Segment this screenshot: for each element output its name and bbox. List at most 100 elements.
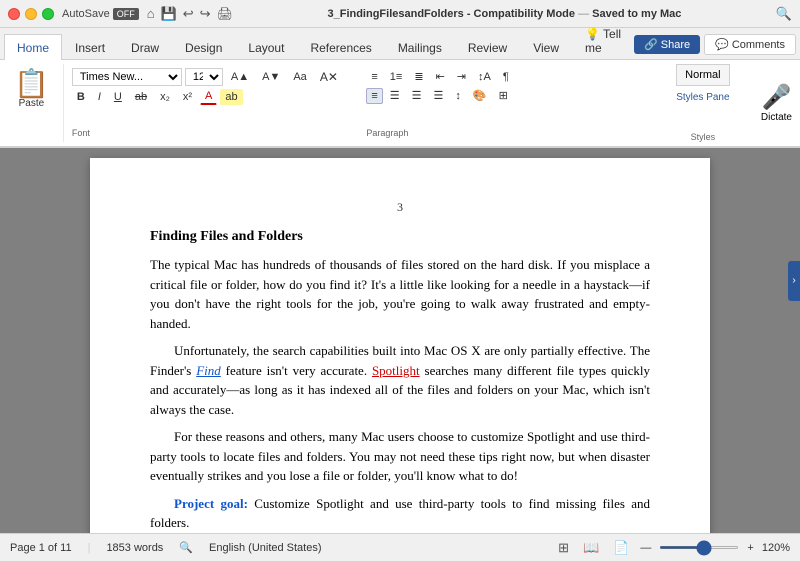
share-icon: 🔗 (644, 38, 658, 51)
decrease-indent-btn[interactable]: ⇤ (431, 68, 450, 85)
autosave-badge[interactable]: OFF (113, 8, 139, 20)
bold-button[interactable]: B (72, 89, 90, 105)
paste-group: 📋 Paste (0, 64, 64, 142)
print-icon[interactable]: 🖨 (217, 6, 234, 22)
zoom-level[interactable]: 120% (762, 542, 790, 554)
toolbar-icons: ⌂ 💾 ↩ ↪ 🖨 (147, 6, 233, 22)
subscript-btn[interactable]: x₂ (155, 89, 175, 105)
paragraph-1: The typical Mac has hundreds of thousand… (150, 255, 650, 333)
align-right-btn[interactable]: ☰ (407, 87, 427, 104)
zoom-plus[interactable]: + (747, 542, 753, 554)
fill-color-btn[interactable]: 🎨 (468, 87, 492, 104)
italic-button[interactable]: I (93, 89, 106, 105)
align-left-btn[interactable]: ≡ (366, 88, 382, 104)
paragraph-3: For these reasons and others, many Mac u… (150, 427, 650, 486)
paragraph-2: Unfortunately, the search capabilities b… (150, 341, 650, 419)
dictate-icon: 🎤 (761, 83, 791, 112)
ribbon-toolbar: 📋 Paste Times New... 12 A▲ A▼ Aa A✕ B I … (0, 60, 800, 148)
font-size-select[interactable]: 12 (185, 68, 223, 86)
styles-group: Normal Styles Pane Styles (653, 64, 753, 142)
language[interactable]: English (United States) (209, 542, 322, 554)
paragraph-project-goal: Project goal: Customize Spotlight and us… (150, 494, 650, 533)
undo-icon[interactable]: ↩ (183, 6, 194, 22)
font-group-label: Font (72, 126, 90, 138)
proofing-icon[interactable]: 🔍 (179, 541, 193, 554)
tab-tell-me[interactable]: 💡 Tell me (572, 20, 634, 60)
paste-label: Paste (19, 98, 45, 109)
tab-layout[interactable]: Layout (235, 34, 297, 60)
styles-pane-button[interactable]: Styles Pane (672, 90, 733, 105)
page-info: Page 1 of 11 (10, 542, 72, 554)
ribbon-tabs: Home Insert Draw Design Layout Reference… (0, 28, 800, 60)
zoom-minus[interactable]: — (640, 542, 651, 554)
search-icon[interactable]: 🔍 (776, 6, 792, 22)
traffic-lights (8, 8, 54, 20)
minimize-button[interactable] (25, 8, 37, 20)
document-wrapper: 3 Finding Files and Folders The typical … (0, 148, 800, 533)
increase-indent-btn[interactable]: ⇥ (452, 68, 471, 85)
save-icon[interactable]: 💾 (161, 6, 177, 22)
show-marks-btn[interactable]: ¶ (498, 69, 514, 85)
clear-format-btn[interactable]: A✕ (315, 68, 343, 86)
styles-gallery-button[interactable]: Normal (676, 64, 729, 86)
status-bar: Page 1 of 11 | 1853 words 🔍 English (Uni… (0, 533, 800, 561)
document-title: 3_FindingFilesandFolders - Compatibility… (241, 8, 768, 20)
comment-icon: 💬 (715, 38, 729, 51)
tab-draw[interactable]: Draw (118, 34, 172, 60)
redo-icon[interactable]: ↪ (200, 6, 211, 22)
dictate-group: 🎤 Dictate (753, 64, 800, 142)
maximize-button[interactable] (42, 8, 54, 20)
tab-mailings[interactable]: Mailings (385, 34, 455, 60)
font-name-select[interactable]: Times New... (72, 68, 182, 86)
superscript-btn[interactable]: x² (178, 89, 197, 105)
font-group: Times New... 12 A▲ A▼ Aa A✕ B I U ab x₂ … (64, 64, 359, 142)
line-spacing-btn[interactable]: ↕ (450, 88, 466, 104)
autosave-indicator: AutoSave OFF (62, 8, 139, 20)
tab-insert[interactable]: Insert (62, 34, 118, 60)
font-color-btn[interactable]: A (200, 88, 217, 105)
tab-design[interactable]: Design (172, 34, 235, 60)
paste-button[interactable]: 📋 Paste (6, 66, 57, 113)
ribbon-right-actions: 🔗 Share 💬 Comments (634, 34, 796, 59)
justify-btn[interactable]: ☰ (429, 87, 449, 104)
project-goal-label: Project goal: (174, 496, 248, 511)
zoom-slider[interactable] (659, 546, 739, 549)
print-layout-btn[interactable]: 📄 (610, 539, 632, 557)
strikethrough-btn[interactable]: ab (130, 89, 152, 105)
font-case-btn[interactable]: Aa (288, 69, 311, 85)
align-center-btn[interactable]: ☰ (385, 87, 405, 104)
paragraph-group-label: Paragraph (366, 126, 408, 138)
read-view-btn[interactable]: 📖 (580, 539, 602, 557)
bullet-list-btn[interactable]: ≡ (366, 69, 382, 85)
status-right: ⊞ 📖 📄 — + 120% (555, 539, 790, 557)
tab-home[interactable]: Home (4, 34, 62, 60)
heading-finding-files: Finding Files and Folders (150, 226, 650, 247)
word-count: 1853 words (106, 542, 163, 554)
tab-references[interactable]: References (297, 34, 384, 60)
decrease-font-btn[interactable]: A▼ (257, 69, 285, 85)
document-page[interactable]: 3 Finding Files and Folders The typical … (90, 158, 710, 533)
sidebar-collapse-handle[interactable]: › (788, 261, 800, 301)
page-number-top: 3 (150, 198, 650, 216)
find-link[interactable]: Find (196, 363, 221, 378)
dictate-label[interactable]: Dictate (761, 112, 792, 123)
spotlight-link[interactable]: Spotlight (372, 363, 420, 378)
share-button[interactable]: 🔗 Share (634, 35, 700, 54)
highlight-btn[interactable]: ab (220, 89, 242, 105)
borders-btn[interactable]: ⊞ (494, 87, 513, 104)
tab-review[interactable]: Review (455, 34, 520, 60)
multilevel-list-btn[interactable]: ≣ (409, 68, 428, 85)
paste-icon: 📋 (14, 70, 49, 98)
layout-view-btn[interactable]: ⊞ (555, 539, 572, 557)
styles-group-label: Styles (691, 130, 716, 142)
tab-view[interactable]: View (520, 34, 572, 60)
numbered-list-btn[interactable]: 1≡ (385, 69, 408, 85)
underline-button[interactable]: U (109, 89, 127, 105)
comments-button[interactable]: 💬 Comments (704, 34, 796, 55)
increase-font-btn[interactable]: A▲ (226, 69, 254, 85)
paragraph-group: ≡ 1≡ ≣ ⇤ ⇥ ↕A ¶ ≡ ☰ ☰ ☰ ↕ 🎨 ⊞ Paragraph (358, 64, 653, 142)
title-bar: AutoSave OFF ⌂ 💾 ↩ ↪ 🖨 3_FindingFilesand… (0, 0, 800, 28)
sort-btn[interactable]: ↕A (473, 69, 496, 85)
home-icon[interactable]: ⌂ (147, 6, 155, 21)
close-button[interactable] (8, 8, 20, 20)
